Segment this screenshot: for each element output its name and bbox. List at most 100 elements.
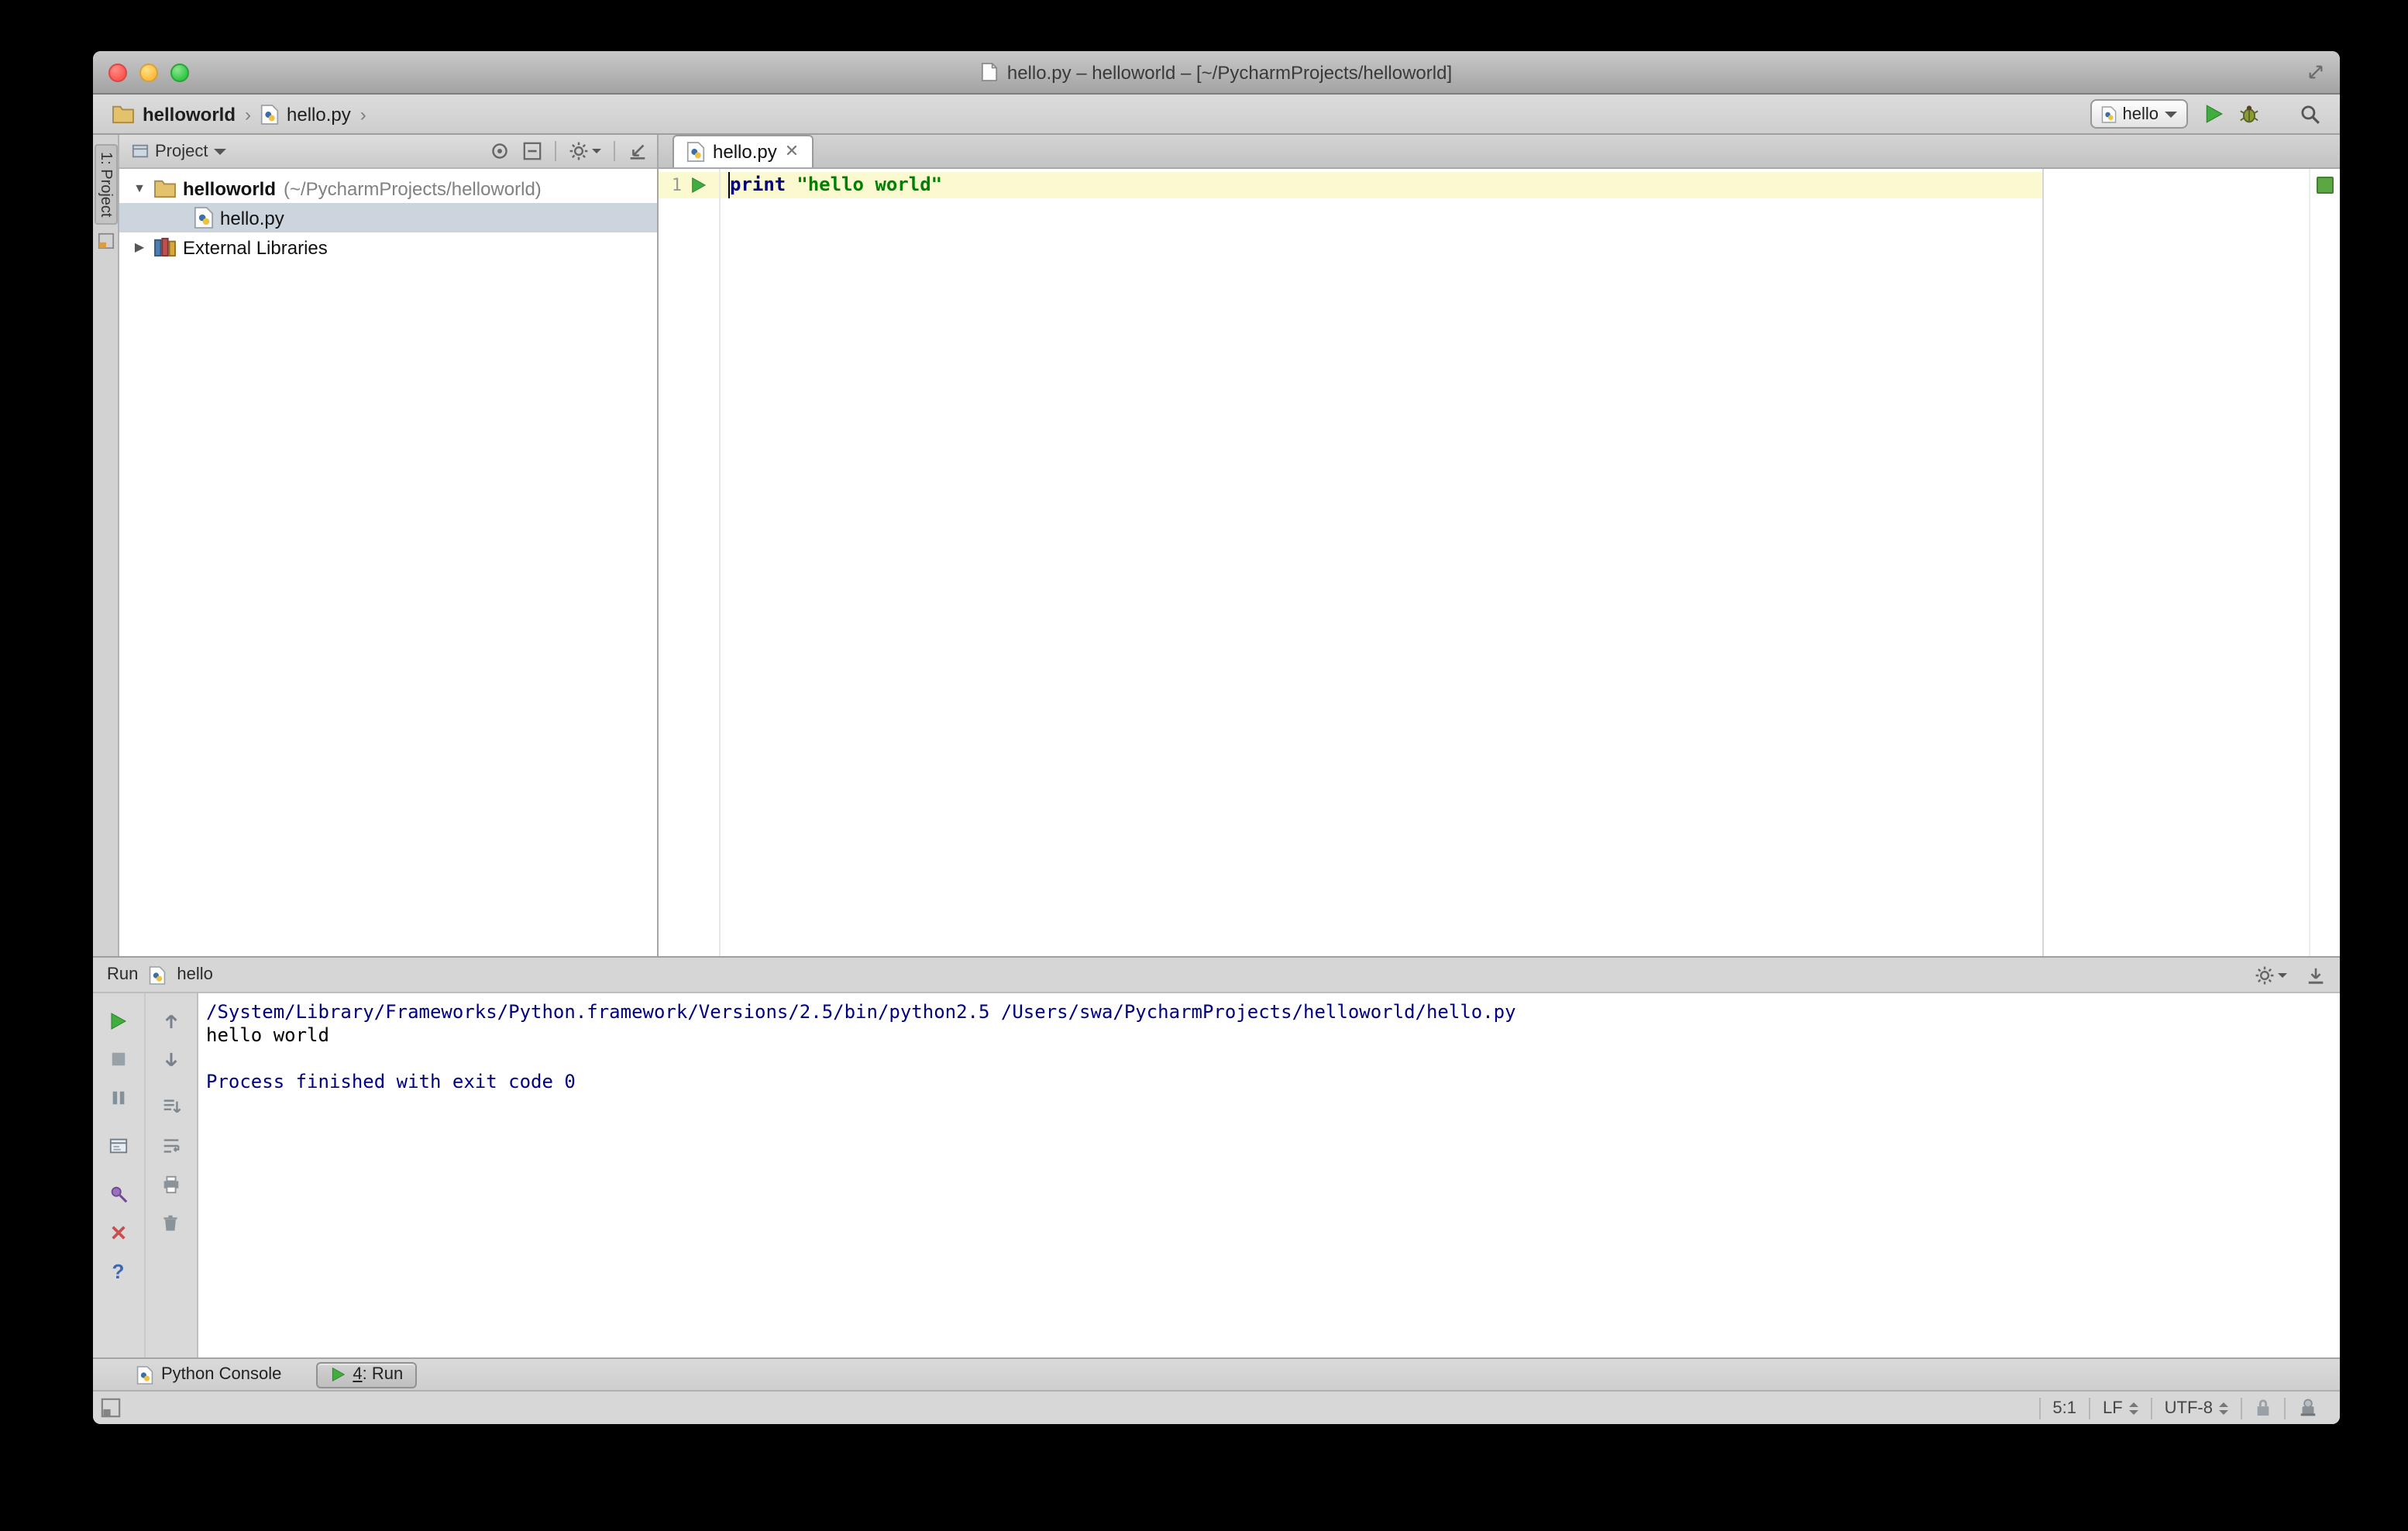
panel-settings-button[interactable] <box>569 141 601 161</box>
caret-position-widget[interactable]: 5:1 <box>2040 1399 2089 1417</box>
combo-arrows-icon <box>2219 1402 2228 1414</box>
close-window-button[interactable] <box>108 63 127 81</box>
run-line-icon[interactable] <box>690 177 707 194</box>
chevron-down-icon <box>2278 972 2287 977</box>
close-tab-icon[interactable]: ✕ <box>785 143 799 160</box>
run-panel-settings-button[interactable] <box>2255 965 2287 985</box>
tree-row-hello-py[interactable]: hello.py <box>119 203 657 232</box>
tree-row-external-libraries[interactable]: ▶ External Libraries <box>119 232 657 262</box>
minimize-panel-icon[interactable] <box>2306 965 2326 985</box>
pause-button[interactable] <box>104 1083 133 1113</box>
console-line: /System/Library/Frameworks/Python.framew… <box>206 1001 1516 1023</box>
tool-window-stripe: 1: Project <box>93 135 119 956</box>
run-button[interactable] <box>2203 104 2224 124</box>
run-tab-mnemonic: 4 <box>353 1365 363 1384</box>
run-toolbar: ? <box>93 993 198 1357</box>
readonly-lock-icon[interactable] <box>2242 1398 2284 1418</box>
expand-arrow-icon[interactable]: ▶ <box>132 240 147 254</box>
collapse-arrow-icon[interactable]: ▼ <box>132 181 147 195</box>
python-run-config-icon <box>2101 105 2117 123</box>
line-number: 1 <box>671 175 682 195</box>
run-console-output[interactable]: /System/Library/Frameworks/Python.framew… <box>198 993 2340 1357</box>
status-bar: 5:1 LF UTF-8 <box>93 1390 2340 1424</box>
keyword-token: print <box>730 174 786 195</box>
titlebar[interactable]: hello.py – helloworld – [~/PycharmProjec… <box>93 51 2340 95</box>
run-panel-title: Run <box>107 965 139 984</box>
clear-console-icon[interactable] <box>157 1209 186 1238</box>
window-resize-icon[interactable] <box>2307 64 2324 81</box>
tree-row-project-root[interactable]: ▼ helloworld (~/PycharmProjects/hellowor… <box>119 174 657 203</box>
divider <box>555 141 556 161</box>
hide-panel-icon[interactable] <box>628 141 648 161</box>
python-console-icon <box>136 1364 153 1385</box>
run-tab-icon <box>329 1367 345 1382</box>
console-line: hello world <box>206 1024 329 1046</box>
error-stripe[interactable] <box>2309 169 2340 956</box>
zoom-window-button[interactable] <box>170 63 189 81</box>
toolwindow-toggle-icon[interactable] <box>101 1398 121 1418</box>
project-view-select[interactable]: Project <box>132 142 227 160</box>
project-folder-icon <box>153 178 177 198</box>
soft-wrap-icon[interactable] <box>157 1131 186 1161</box>
project-tool-window-button[interactable]: 1: Project <box>94 144 117 225</box>
print-icon[interactable] <box>157 1170 186 1199</box>
traffic-lights <box>108 63 189 81</box>
minimize-window-button[interactable] <box>139 63 158 81</box>
help-button[interactable]: ? <box>104 1257 133 1286</box>
gutter-divider <box>719 169 721 956</box>
inspection-status-indicator[interactable] <box>2317 177 2334 194</box>
close-panel-button[interactable] <box>104 1218 133 1247</box>
scroll-from-source-icon[interactable] <box>490 141 510 161</box>
navigation-bar: helloworld › hello.py › hello <box>93 95 2340 135</box>
chevron-right-icon: › <box>359 103 366 125</box>
chevron-down-icon <box>2165 111 2177 117</box>
divider <box>614 141 615 161</box>
python-console-tab[interactable]: Python Console <box>124 1359 294 1390</box>
encoding-widget[interactable]: UTF-8 <box>2152 1399 2241 1417</box>
editor-tab-hello-py[interactable]: hello.py ✕ <box>673 135 814 167</box>
run-tool-window: Run hello ? /System/Library/Frameworks/P… <box>93 956 2340 1357</box>
right-margin-guide <box>2042 169 2044 956</box>
python-file-icon <box>194 206 214 229</box>
editor-area: hello.py ✕ 1 print "hello world" <box>659 135 2340 956</box>
debug-button[interactable] <box>2239 104 2259 124</box>
code-editor[interactable]: 1 print "hello world" <box>659 169 2340 956</box>
run-config-name: hello <box>177 965 213 984</box>
breadcrumb-item-file[interactable]: hello.py <box>260 103 351 125</box>
hector-inspector-icon[interactable] <box>2286 1398 2331 1418</box>
project-view-icon <box>132 143 149 160</box>
editor-tab-bar: hello.py ✕ <box>659 135 2340 169</box>
run-configuration-select[interactable]: hello <box>2090 99 2188 129</box>
restore-layout-icon[interactable] <box>104 1131 133 1161</box>
breadcrumb-item-project[interactable]: helloworld <box>112 103 236 125</box>
prev-occurrence-icon[interactable] <box>157 1006 186 1035</box>
next-occurrence-icon[interactable] <box>157 1044 186 1074</box>
project-stripe-icon <box>97 233 114 250</box>
run-tab-label: : Run <box>362 1365 404 1384</box>
combo-arrows-icon <box>2128 1402 2138 1414</box>
collapse-all-icon[interactable] <box>522 141 542 161</box>
libraries-icon <box>153 237 177 257</box>
pycharm-window: hello.py – helloworld – [~/PycharmProjec… <box>93 51 2340 1424</box>
chevron-right-icon: › <box>245 103 251 125</box>
window-title: hello.py – helloworld – [~/PycharmProjec… <box>1006 61 1453 83</box>
stop-button[interactable] <box>104 1044 133 1074</box>
string-token: "hello world" <box>796 174 943 195</box>
run-configuration-value: hello <box>2122 105 2159 123</box>
search-icon[interactable] <box>2300 103 2321 125</box>
screen: hello.py – helloworld – [~/PycharmProjec… <box>0 0 2408 1531</box>
console-line: Process finished with exit code 0 <box>206 1071 576 1092</box>
pin-tab-icon[interactable] <box>104 1179 133 1209</box>
breadcrumb: helloworld › hello.py › <box>112 103 366 125</box>
rerun-button[interactable] <box>104 1006 133 1035</box>
project-panel: Project ▼ helloworld (~/PycharmProjects/… <box>119 135 659 956</box>
scroll-to-end-icon[interactable] <box>157 1092 186 1122</box>
run-panel-header: Run hello <box>93 958 2340 993</box>
python-run-config-icon <box>149 965 166 985</box>
project-tree: ▼ helloworld (~/PycharmProjects/hellowor… <box>119 169 657 262</box>
tool-window-bar: Python Console 4: Run <box>93 1357 2340 1390</box>
line-separator-widget[interactable]: LF <box>2090 1399 2151 1417</box>
python-file-icon <box>260 103 279 125</box>
run-tab[interactable]: 4: Run <box>315 1361 418 1388</box>
